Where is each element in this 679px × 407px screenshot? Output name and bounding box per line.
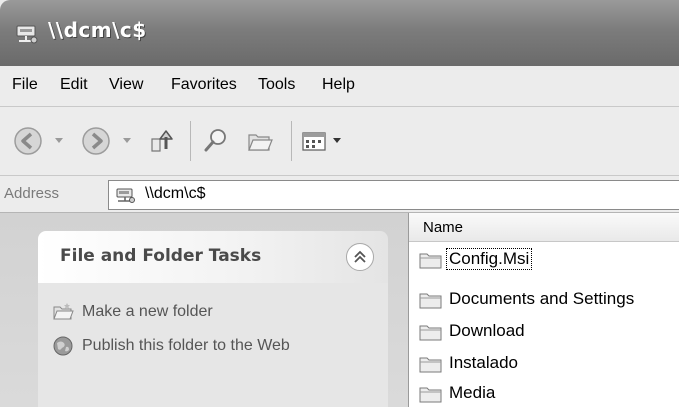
folder-icon	[419, 253, 442, 269]
back-dropdown-icon[interactable]	[55, 138, 63, 144]
publish-globe-icon	[53, 336, 73, 356]
list-item[interactable]: Config.Msi	[419, 247, 679, 273]
menu-help[interactable]: Help	[322, 76, 355, 94]
address-label: Address	[4, 185, 60, 202]
network-drive-icon	[116, 188, 135, 203]
back-icon[interactable]	[12, 125, 44, 157]
menu-view[interactable]: View	[109, 76, 143, 94]
file-name: Instalado	[449, 353, 518, 372]
file-name: Media	[449, 383, 496, 402]
list-item[interactable]: Instalado	[419, 351, 679, 377]
address-text: \\dcm\c$	[145, 185, 206, 202]
views-icon[interactable]	[298, 125, 330, 157]
menu-bar: File Edit View Favorites Tools Help	[0, 66, 679, 107]
list-item[interactable]: Documents and Settings	[419, 287, 679, 313]
file-name: Config.Msi	[445, 248, 533, 270]
forward-dropdown-icon[interactable]	[123, 138, 131, 144]
folder-icon	[419, 293, 442, 309]
task-group-body: Make a new folder Publish this folder to…	[38, 283, 388, 407]
column-header-label: Name	[423, 219, 464, 236]
views-dropdown-icon[interactable]	[333, 138, 341, 144]
title-bar[interactable]: \\dcm\c$	[0, 0, 679, 66]
explorer-window: \\dcm\c$ File Edit View Favorites Tools …	[0, 0, 679, 407]
new-folder-icon	[53, 303, 74, 320]
toolbar-separator	[291, 121, 292, 161]
window-title: \\dcm\c$	[48, 18, 147, 42]
menu-file[interactable]: File	[12, 76, 38, 94]
folder-icon	[419, 325, 442, 341]
task-label: Make a new folder	[82, 303, 213, 320]
up-folder-icon[interactable]	[146, 125, 178, 157]
folder-icon	[419, 387, 442, 403]
toolbar	[0, 107, 679, 176]
address-input[interactable]: \\dcm\c$	[108, 180, 679, 210]
file-name: Download	[449, 321, 525, 340]
folders-icon[interactable]	[244, 125, 276, 157]
network-drive-icon	[16, 25, 38, 44]
toolbar-separator	[190, 121, 191, 161]
task-group-header[interactable]: File and Folder Tasks	[38, 231, 388, 283]
list-item[interactable]: Download	[419, 319, 679, 345]
menu-favorites[interactable]: Favorites	[171, 76, 237, 94]
forward-icon[interactable]	[80, 125, 112, 157]
list-item[interactable]: Media	[419, 381, 679, 407]
address-bar: Address \\dcm\c$	[0, 176, 679, 213]
file-list: Name Config.Msi Documents and Settings D…	[409, 213, 679, 407]
menu-tools[interactable]: Tools	[258, 76, 295, 94]
menu-edit[interactable]: Edit	[60, 76, 88, 94]
task-pane: File and Folder Tasks Make a new folder	[0, 213, 409, 407]
task-label: Publish this folder to the Web	[82, 337, 290, 354]
column-header-name[interactable]: Name	[409, 213, 679, 242]
search-icon[interactable]	[200, 125, 232, 157]
task-group-title: File and Folder Tasks	[60, 246, 262, 266]
file-name: Documents and Settings	[449, 289, 635, 308]
folder-icon	[419, 357, 442, 373]
collapse-chevron-icon[interactable]	[346, 243, 374, 271]
